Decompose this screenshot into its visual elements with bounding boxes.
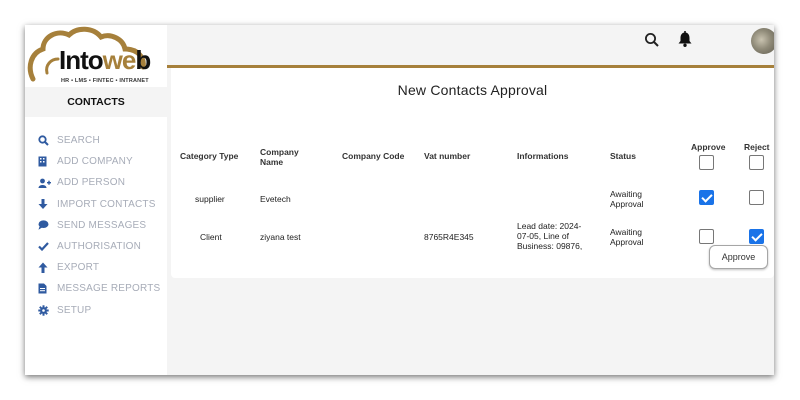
logo-tagline: HR • LMS • FINTEC • INTRANET [61, 78, 149, 84]
cell-company-name: Evetech [260, 194, 291, 204]
sidebar-item-authorisation[interactable]: AUTHORISATION [38, 236, 160, 257]
sidebar-item-label: ADD COMPANY [57, 156, 133, 168]
sidebar-item-label: AUTHORISATION [57, 241, 142, 253]
cell-informations: Lead date: 2024-07-05, Line of Business:… [517, 221, 583, 252]
cell-status: Awaiting Approval [610, 227, 644, 248]
column-header-company-name: Company Name [260, 147, 299, 168]
sidebar-item-label: EXPORT [57, 262, 100, 274]
column-header-company-code: Company Code [342, 151, 405, 161]
column-header-category-type: Category Type [180, 151, 239, 161]
avatar[interactable] [751, 28, 774, 54]
sidebar-item-label: SEND MESSAGES [57, 219, 147, 231]
section-title-contacts: CONTACTS [25, 87, 167, 117]
sidebar-item-add-company[interactable]: ADD COMPANY [38, 151, 160, 172]
approve-button[interactable]: Approve [709, 245, 768, 269]
column-header-vat-number: Vat number [424, 151, 471, 161]
add-person-icon [38, 177, 52, 189]
select-all-approve-checkbox[interactable] [699, 155, 714, 170]
sidebar-item-add-person[interactable]: ADD PERSON [38, 172, 160, 193]
top-bar [167, 25, 774, 63]
sidebar-item-export[interactable]: EXPORT [38, 257, 160, 278]
reject-checkbox[interactable] [749, 229, 764, 244]
sidebar-item-setup[interactable]: SETUP [38, 300, 160, 321]
column-header-reject: Reject [744, 142, 770, 152]
sidebar-item-label: SETUP [57, 304, 92, 316]
search-icon [38, 135, 52, 147]
select-all-reject-checkbox[interactable] [749, 155, 764, 170]
column-header-informations: Informations [517, 151, 569, 161]
cell-category-type: Client [200, 232, 222, 242]
sidebar-nav: SEARCH ADD COMPANY ADD PERSON IMPORT CON… [38, 130, 160, 321]
speech-bubble-icon [38, 219, 52, 231]
sidebar-item-label: IMPORT CONTACTS [57, 198, 156, 210]
upload-arrow-icon [38, 262, 52, 274]
download-arrow-icon [38, 198, 52, 210]
page-title: New Contacts Approval [397, 82, 548, 98]
approve-checkbox[interactable] [699, 190, 714, 205]
reject-checkbox[interactable] [749, 190, 764, 205]
app-window: Intoweb HR • LMS • FINTEC • INTRANET CON… [25, 25, 774, 375]
cell-category-type: supplier [195, 194, 225, 204]
cell-vat-number: 8765R4E345 [424, 232, 474, 242]
intoweb-logo[interactable]: Intoweb HR • LMS • FINTEC • INTRANET [25, 25, 167, 87]
cell-status: Awaiting Approval [610, 189, 644, 210]
building-icon [38, 156, 52, 168]
sidebar: Intoweb HR • LMS • FINTEC • INTRANET CON… [25, 25, 167, 375]
sidebar-item-search[interactable]: SEARCH [38, 130, 160, 151]
bell-icon[interactable] [677, 31, 695, 49]
approve-checkbox[interactable] [699, 229, 714, 244]
sidebar-item-label: MESSAGE REPORTS [57, 283, 161, 295]
approval-card: New Contacts Approval Category Type Comp… [171, 68, 774, 278]
sidebar-item-label: SEARCH [57, 135, 100, 147]
checkmark-icon [38, 241, 52, 253]
gear-icon [38, 304, 52, 316]
sidebar-item-message-reports[interactable]: MESSAGE REPORTS [38, 278, 160, 299]
document-icon [38, 283, 52, 295]
logo-wordmark: Intoweb [59, 45, 151, 75]
cell-company-name: ziyana test [260, 232, 301, 242]
search-icon[interactable] [644, 32, 662, 50]
sidebar-item-label: ADD PERSON [57, 177, 126, 189]
column-header-status: Status [610, 151, 636, 161]
column-header-approve: Approve [691, 142, 726, 152]
sidebar-item-send-messages[interactable]: SEND MESSAGES [38, 215, 160, 236]
sidebar-item-import-contacts[interactable]: IMPORT CONTACTS [38, 194, 160, 215]
